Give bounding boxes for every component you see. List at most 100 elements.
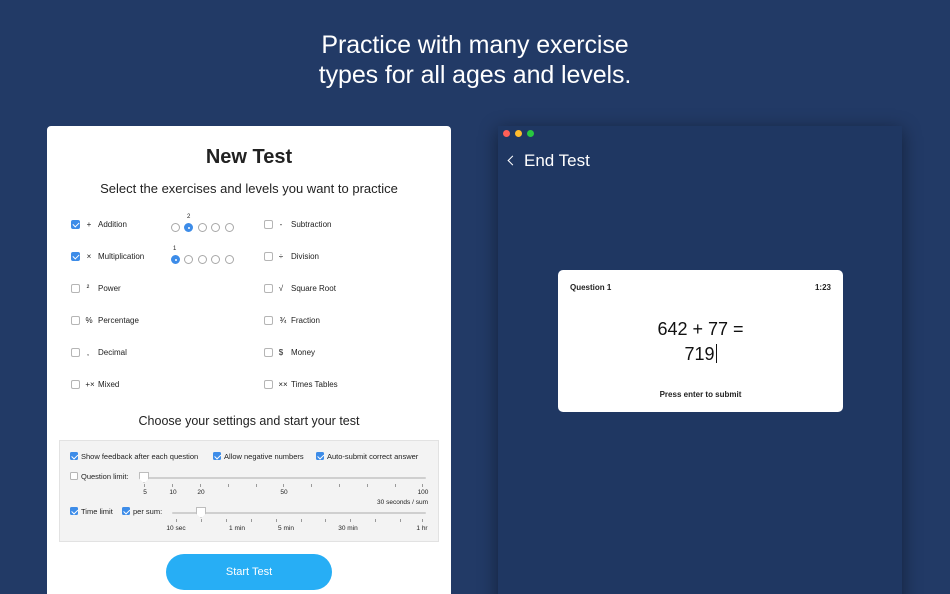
addition-level-3-radio[interactable] [198,223,207,232]
question-limit-track[interactable] [142,477,426,479]
submit-hint: Press enter to submit [659,390,742,399]
addition-level-4-radio[interactable] [211,223,220,232]
minimize-window-icon[interactable] [515,130,522,137]
decimal-checkbox[interactable] [71,348,80,357]
question-tick-label: 5 [143,489,147,496]
end-test-label: End Test [524,151,590,170]
multiplication-level-1-radio[interactable] [171,255,180,264]
power-checkbox[interactable] [71,284,80,293]
subtraction-checkbox[interactable] [264,220,273,229]
question-limit-slider-thumb[interactable] [139,472,149,483]
addition-checkbox[interactable] [71,220,80,229]
start-test-button[interactable]: Start Test [166,554,332,590]
question-tick [395,484,396,487]
answer-input[interactable]: 719 [558,344,843,365]
money-checkbox[interactable] [264,348,273,357]
power-label: Power [98,284,121,293]
multiplication-checkbox[interactable] [71,252,80,261]
division-symbol: ÷ [278,252,284,261]
question-tick [283,484,284,487]
time-tick [375,519,376,522]
square-root-checkbox[interactable] [264,284,273,293]
power-symbol: ² [86,283,90,292]
time-tick [251,519,252,522]
question-tick-label: 10 [169,489,177,496]
maximize-window-icon[interactable] [527,130,534,137]
question-limit-checkbox[interactable] [70,472,78,480]
time-tick [422,519,423,522]
question-tick-label: 100 [417,489,429,496]
time-tick [276,519,277,522]
addition-level-1-radio[interactable] [171,223,180,232]
settings-panel: Show feedback after each question Allow … [59,440,439,542]
addition-level-2-radio[interactable] [184,223,193,232]
time-limit-slider-thumb[interactable] [196,507,206,518]
allow-negative-checkbox[interactable] [213,452,221,460]
time-tick [325,519,326,522]
new-test-title: New Test [205,146,293,168]
square-root-symbol: √ [278,284,284,293]
headline: Practice with many exercise types for al… [0,30,950,90]
fraction-label: Fraction [291,316,320,325]
addition-symbol: + [86,220,92,229]
end-test-button[interactable]: End Test [507,151,590,171]
question-tick [228,484,229,487]
decimal-symbol: , [86,348,90,357]
question-expression: 642 + 77 = [657,319,744,339]
per-sum-label: per sum: [133,507,163,516]
question-tick [172,484,173,487]
multiplication-level-number: 1 [173,246,177,252]
show-feedback-checkbox[interactable] [70,452,78,460]
allow-negative-label: Allow negative numbers [224,452,304,461]
time-tick-label: 30 min [338,525,358,532]
settings-title: Choose your settings and start your test [138,414,360,428]
times-tables-label: Times Tables [291,380,338,389]
mixed-symbol: +× [85,380,95,389]
money-symbol: $ [278,348,284,357]
addition-level-5-radio[interactable] [225,223,234,232]
fraction-checkbox[interactable] [264,316,273,325]
per-sum-value: 30 seconds / sum [377,499,428,506]
division-label: Division [291,252,320,261]
fraction-symbol: ¾ [279,316,287,325]
timer: 1:23 [814,283,831,292]
show-feedback-label: Show feedback after each question [81,452,199,461]
auto-submit-label: Auto-submit correct answer [327,452,419,461]
time-limit-checkbox[interactable] [70,507,78,515]
percentage-symbol: % [85,316,93,325]
time-tick-label: 1 min [229,525,245,532]
time-tick [176,519,177,522]
percentage-checkbox[interactable] [71,316,80,325]
text-caret [715,344,717,363]
question-tick [256,484,257,487]
multiplication-level-2-radio[interactable] [184,255,193,264]
addition-label: Addition [98,220,127,229]
answer-value: 719 [684,344,715,364]
test-window: End Test Question 1 1:23 642 + 77 = 719 … [498,126,902,594]
question-tick [339,484,340,487]
question-card: Question 1 1:23 642 + 77 = 719 Press ent… [558,270,843,412]
subtraction-label: Subtraction [291,220,332,229]
mixed-checkbox[interactable] [71,380,80,389]
auto-submit-checkbox[interactable] [316,452,324,460]
question-tick-label: 20 [197,489,205,496]
square-root-label: Square Root [291,284,336,293]
question-tick [367,484,368,487]
time-tick-label: 1 hr [416,525,428,532]
multiplication-level-5-radio[interactable] [225,255,234,264]
time-tick [301,519,302,522]
time-tick [400,519,401,522]
new-test-subtitle: Select the exercises and levels you want… [100,181,398,196]
per-sum-checkbox[interactable] [122,507,130,515]
decimal-label: Decimal [98,348,127,357]
time-tick [350,519,351,522]
time-limit-track[interactable] [172,512,426,514]
division-checkbox[interactable] [264,252,273,261]
multiplication-symbol: × [86,252,92,261]
times-tables-checkbox[interactable] [264,380,273,389]
time-tick [226,519,227,522]
multiplication-level-3-radio[interactable] [198,255,207,264]
multiplication-level-4-radio[interactable] [211,255,220,264]
close-window-icon[interactable] [503,130,510,137]
new-test-panel: New Test Select the exercises and levels… [47,126,451,594]
